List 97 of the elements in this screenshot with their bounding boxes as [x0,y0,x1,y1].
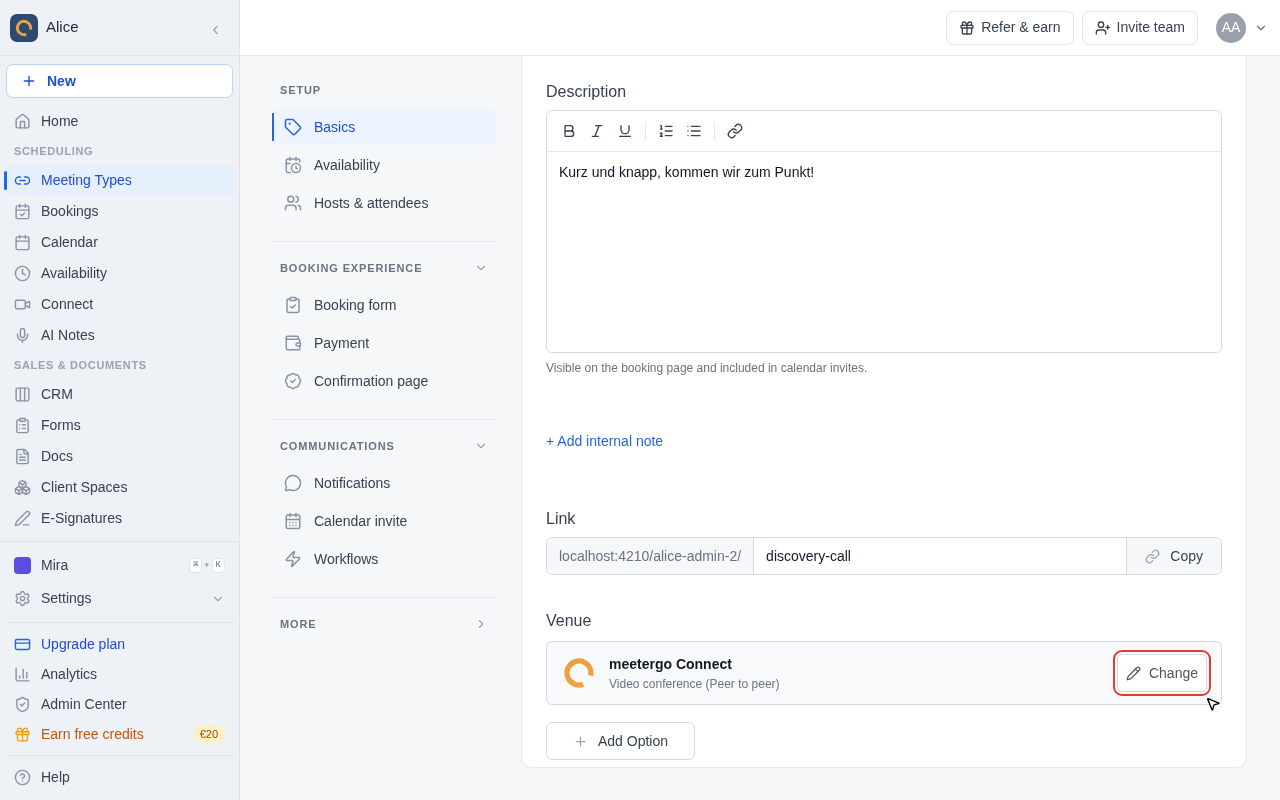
workspace-logo[interactable] [10,13,38,42]
nav-item[interactable]: Forms [6,410,233,441]
nav-icon [284,512,302,530]
nav-icon [14,479,31,496]
help-icon [14,768,31,786]
add-option-button[interactable]: Add Option [546,722,696,760]
section-label: SALES & DOCUMENTS [13,357,148,373]
add-user-icon [1094,19,1111,36]
settings-nav-item[interactable]: Confirmation page [272,363,496,399]
nav-item[interactable]: Client Spaces [6,472,233,503]
numbered-list-icon[interactable] [658,123,674,139]
new-button[interactable]: New [6,64,233,98]
plus-icon [21,73,37,89]
nav-item[interactable]: Calendar [6,227,233,258]
field-label: Description [546,82,628,102]
nav-icon [284,474,302,492]
nav-item[interactable]: CRM [6,379,233,410]
nav-icon [14,203,31,220]
settings-nav-item[interactable]: Booking form [272,287,496,323]
rich-text-editor[interactable]: Kurz und knapp, kommen wir zum Punkt! [546,110,1222,353]
settings-nav-item[interactable]: Payment [272,325,496,361]
header-button[interactable]: Refer & earn [946,10,1074,45]
shortcut-key: ⌘ [188,557,203,574]
section-label: MORE [280,616,317,632]
editor-text: Kurz und knapp, kommen wir zum Punkt! [558,163,816,182]
nav-icon [284,550,302,568]
shortcut-key: K [211,557,225,574]
nav-item[interactable]: Analytics [6,659,233,689]
nav-icon [284,334,302,352]
nav-icon [284,156,302,174]
italic-icon[interactable] [589,123,605,139]
nav-icon [14,113,31,130]
url-prefix: localhost:4210/alice-admin-2/ [547,538,755,574]
nav-icon [14,510,31,527]
credit-badge: €20 [192,724,225,744]
nav-icon [14,695,31,713]
add-note-link[interactable]: + Add internal note [546,433,664,449]
settings-nav-item[interactable]: Basics [272,109,496,145]
nav-item[interactable]: Upgrade plan [6,629,233,659]
slug-input[interactable]: discovery-call [754,538,1127,574]
nav-item[interactable]: Earn free credits €20 [6,719,233,749]
field-label: Link [546,509,577,529]
workspace-name: Alice [46,17,80,38]
nav-icon [14,725,31,743]
nav-icon [284,118,302,136]
assistant-label: Mira [41,556,70,575]
header-button[interactable]: Invite team [1081,10,1198,45]
logo-icon [14,17,34,38]
settings-nav-item[interactable]: Hosts & attendees [272,185,496,221]
link-icon[interactable] [727,123,743,139]
nav-icon [14,448,31,465]
nav-item[interactable]: Availability [6,258,233,289]
section-label: BOOKING EXPERIENCE [280,260,423,276]
section-label: SETUP [280,82,322,98]
nav-item[interactable]: Bookings [6,196,233,227]
section-label: COMMUNICATIONS [280,438,395,454]
nav-icon [14,417,31,434]
logo-icon [561,655,597,691]
shortcut-plus: + [204,558,210,572]
field-hint: Visible on the booking page and included in calendar invites. [546,360,869,377]
nav-item[interactable]: AI Notes [6,320,233,351]
nav-icon [284,296,302,314]
underline-icon[interactable] [617,123,633,139]
nav-icon [14,234,31,251]
section-label: SCHEDULING [13,143,95,159]
gear-icon [14,590,31,607]
settings-nav-item[interactable]: Notifications [272,465,496,501]
settings-nav-item[interactable]: Workflows [272,541,496,577]
link-field[interactable]: localhost:4210/alice-admin-2/ discovery-call Copy [546,537,1222,575]
nav-icon [14,665,31,683]
nav-icon [14,265,31,282]
copy-button[interactable]: Copy [1126,538,1221,574]
bold-icon[interactable] [561,123,577,139]
settings-nav-item[interactable]: Availability [272,147,496,183]
nav-item[interactable]: Connect [6,289,233,320]
assistant-item[interactable]: Mira ⌘ + K [6,550,233,581]
bullet-list-icon[interactable] [686,123,702,139]
field-label: Venue [546,611,593,631]
assistant-icon [14,557,31,574]
nav-item[interactable]: Admin Center [6,689,233,719]
settings-item[interactable]: Settings [6,581,233,616]
help-item[interactable]: Help [6,762,233,792]
venue-subtitle: Video conference (Peer to peer) [609,675,781,693]
pencil-icon [1125,665,1141,681]
plus-icon [573,733,588,749]
nav-icon [284,194,302,212]
nav-item[interactable]: Home [6,106,233,137]
nav-item[interactable]: E-Signatures [6,503,233,534]
nav-item[interactable]: Meeting Types [6,165,233,196]
gift-icon [959,19,976,36]
nav-icon [284,372,302,390]
nav-item[interactable]: Docs [6,441,233,472]
nav-icon [14,327,31,344]
settings-nav-item[interactable]: Calendar invite [272,503,496,539]
nav-icon [14,386,31,403]
link-icon [1145,548,1161,564]
venue-name: meetergo Connect [609,654,733,674]
